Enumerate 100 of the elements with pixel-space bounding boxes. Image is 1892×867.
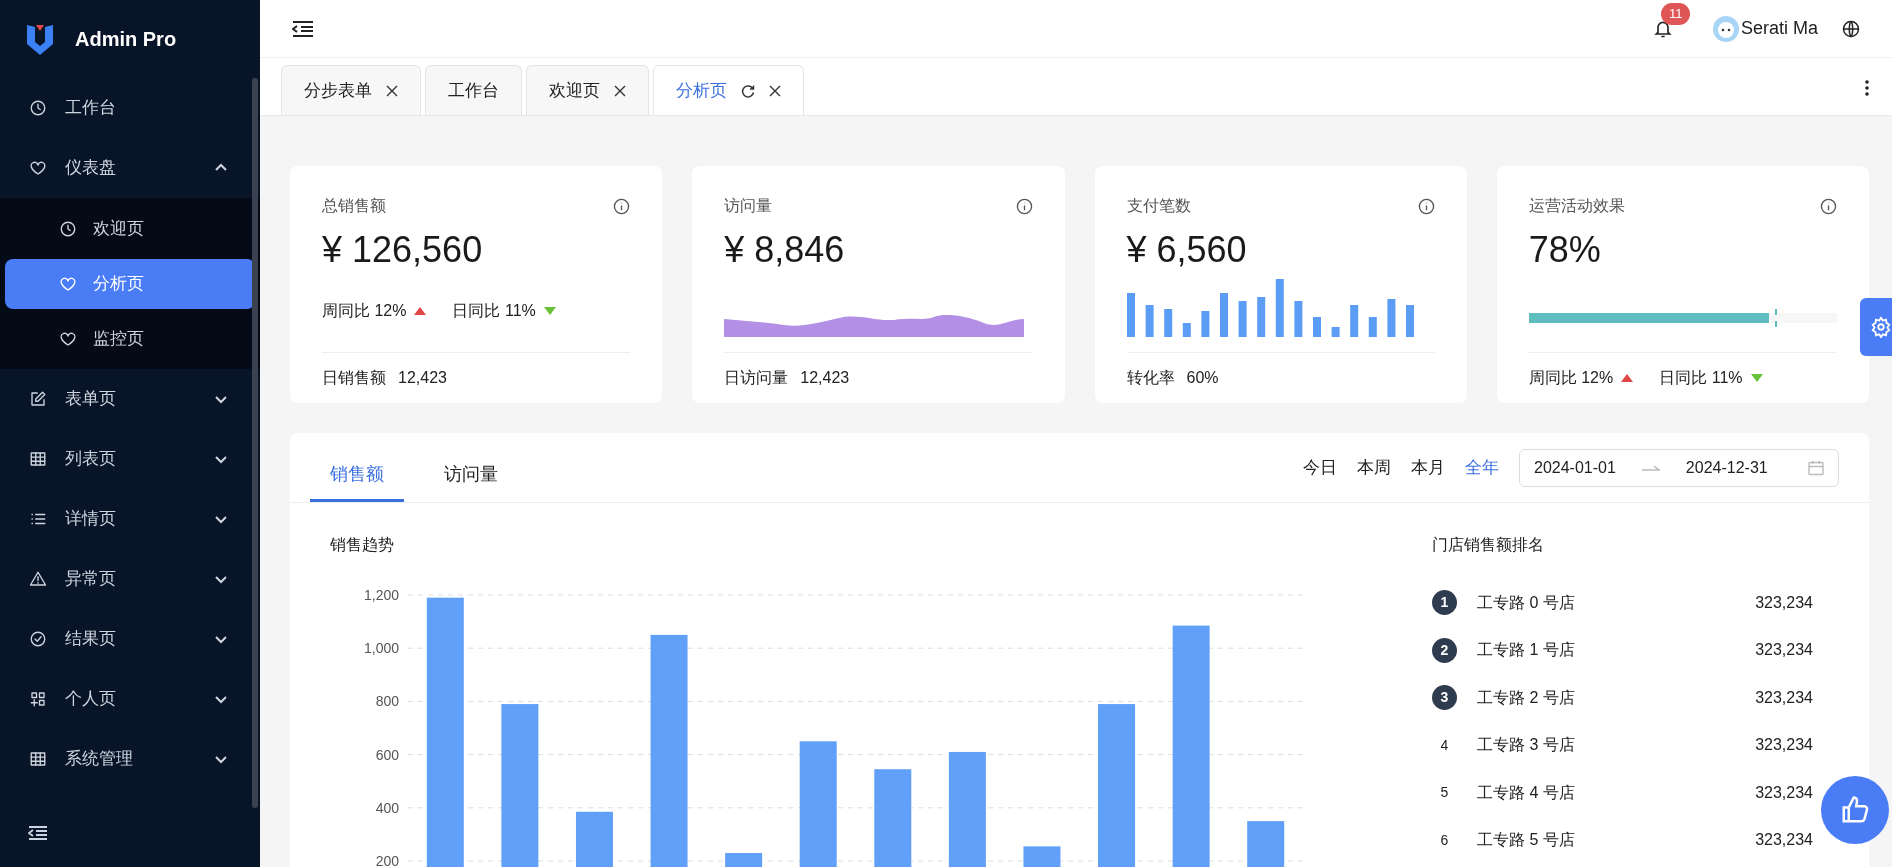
sidebar-item[interactable]: 详情页 <box>0 489 260 549</box>
chart-bar <box>1247 821 1285 867</box>
store-sales: 323,234 <box>1755 592 1813 613</box>
store-sales: 323,234 <box>1755 735 1813 756</box>
page-tab[interactable]: 分析页 <box>653 65 804 115</box>
settings-button[interactable] <box>1860 298 1892 356</box>
footer-value: 12,423 <box>800 367 850 388</box>
globe-icon[interactable] <box>1842 19 1860 38</box>
thumbs-up-icon <box>1840 795 1870 825</box>
sidebar-item[interactable]: 仪表盘 <box>0 138 260 198</box>
mini-bar <box>1331 326 1340 337</box>
close-icon[interactable] <box>769 84 781 97</box>
trend-text: 周同比 12% <box>1528 367 1614 388</box>
store-name: 工专路 4 号店 <box>1477 782 1575 803</box>
sidebar-item[interactable]: 个人页 <box>0 669 260 729</box>
axis-label: 1,200 <box>363 587 399 603</box>
logo-icon <box>25 22 55 56</box>
settings-icon <box>1870 316 1892 338</box>
mini-bar <box>1219 292 1228 337</box>
more-icon[interactable] <box>1864 79 1870 97</box>
mini-bar <box>1293 300 1302 337</box>
chart-title: 销售趋势 <box>330 535 395 555</box>
mini-bar <box>1200 310 1209 337</box>
up-triangle-icon <box>1621 373 1634 382</box>
store-sales: 323,234 <box>1755 782 1813 803</box>
mini-bar <box>1182 322 1191 337</box>
panel-tab[interactable]: 访问量 <box>424 450 518 502</box>
sidebar-item[interactable]: 列表页 <box>0 429 260 489</box>
mini-bar <box>1145 304 1154 337</box>
panel-tab[interactable]: 销售额 <box>310 450 404 502</box>
mini-bar <box>1312 316 1321 337</box>
info-icon[interactable] <box>1820 197 1837 215</box>
heart-icon <box>29 159 47 177</box>
range-option[interactable]: 本月 <box>1411 454 1445 481</box>
rank-badge: 1 <box>1432 590 1457 616</box>
ranking-title: 门店销售额排名 <box>1432 535 1545 555</box>
mini-bar <box>1368 316 1377 337</box>
footer-label: 日销售额 <box>322 367 386 388</box>
range-option[interactable]: 今日 <box>1303 454 1337 481</box>
footer-label: 日访问量 <box>724 367 789 388</box>
clock-icon <box>29 99 47 117</box>
sidebar-item[interactable]: 监控页 <box>5 313 255 364</box>
rank-number: 5 <box>1439 783 1450 803</box>
trend-text: 日同比 11% <box>1659 367 1743 388</box>
clock-icon <box>59 219 77 238</box>
warning-icon <box>29 570 47 588</box>
sidebar-item[interactable]: 分析页 <box>5 258 255 309</box>
store-name: 工专路 3 号店 <box>1477 735 1575 756</box>
range-option[interactable]: 全年 <box>1465 454 1499 481</box>
table-icon <box>29 450 47 468</box>
info-icon[interactable] <box>1015 197 1033 215</box>
axis-label: 200 <box>375 853 399 867</box>
card-value: ¥ 126,560 <box>322 228 484 272</box>
close-icon[interactable] <box>614 84 626 97</box>
info-icon[interactable] <box>613 197 631 215</box>
down-triangle-icon <box>1750 373 1763 382</box>
card-title: 支付笔数 <box>1126 196 1191 216</box>
sidebar-item[interactable]: 异常页 <box>0 549 260 609</box>
trend-text: 周同比 12% <box>322 300 407 321</box>
sidebar-item[interactable]: 欢迎页 <box>5 203 255 254</box>
card-title: 总销售额 <box>322 196 386 216</box>
store-sales: 323,234 <box>1755 830 1813 851</box>
rank-badge: 2 <box>1432 637 1457 663</box>
down-triangle-icon <box>543 306 556 315</box>
footer-value: 60% <box>1186 367 1219 388</box>
trend-text: 日同比 11% <box>452 300 536 321</box>
store-sales: 323,234 <box>1755 640 1813 661</box>
mini-bar <box>1238 300 1247 337</box>
info-icon[interactable] <box>1417 197 1435 215</box>
end-date: 2024-12-31 <box>1685 457 1768 478</box>
sidebar-item[interactable]: 表单页 <box>0 369 260 429</box>
store-name: 工专路 0 号店 <box>1477 592 1575 613</box>
page-tab[interactable]: 工作台 <box>425 65 522 115</box>
page-tab[interactable]: 分步表单 <box>281 65 421 115</box>
chart-bar <box>1023 846 1061 867</box>
mini-bar <box>1405 304 1414 337</box>
mini-bar <box>1386 298 1395 337</box>
refresh-icon[interactable] <box>741 83 755 98</box>
card-title: 运营活动效果 <box>1528 196 1625 216</box>
card-value: ¥ 6,560 <box>1126 228 1248 272</box>
sidebar-item[interactable]: 结果页 <box>0 609 260 669</box>
store-name: 工专路 2 号店 <box>1477 687 1575 708</box>
collapse-icon[interactable] <box>28 825 48 841</box>
page-tab[interactable]: 欢迎页 <box>526 65 649 115</box>
store-name: 工专路 5 号店 <box>1477 830 1575 851</box>
mini-bar <box>1256 296 1265 337</box>
mini-bar <box>1163 308 1172 337</box>
close-icon[interactable] <box>386 84 398 97</box>
sidebar-item[interactable]: 工作台 <box>0 78 260 138</box>
brand-name: Admin Pro <box>75 27 177 52</box>
card-value: 78% <box>1528 228 1602 272</box>
store-sales: 323,234 <box>1755 687 1813 708</box>
chart-bar <box>725 853 763 867</box>
card-value: ¥ 8,846 <box>724 228 846 272</box>
date-range-field[interactable]: 2024-01-01 2024-12-31 <box>1519 448 1839 487</box>
user-name[interactable]: Serati Ma <box>1740 15 1818 42</box>
mini-bar <box>1349 304 1358 337</box>
menu-fold-icon[interactable] <box>292 19 314 38</box>
range-option[interactable]: 本周 <box>1357 454 1391 481</box>
sidebar-item[interactable]: 系统管理 <box>0 729 260 789</box>
